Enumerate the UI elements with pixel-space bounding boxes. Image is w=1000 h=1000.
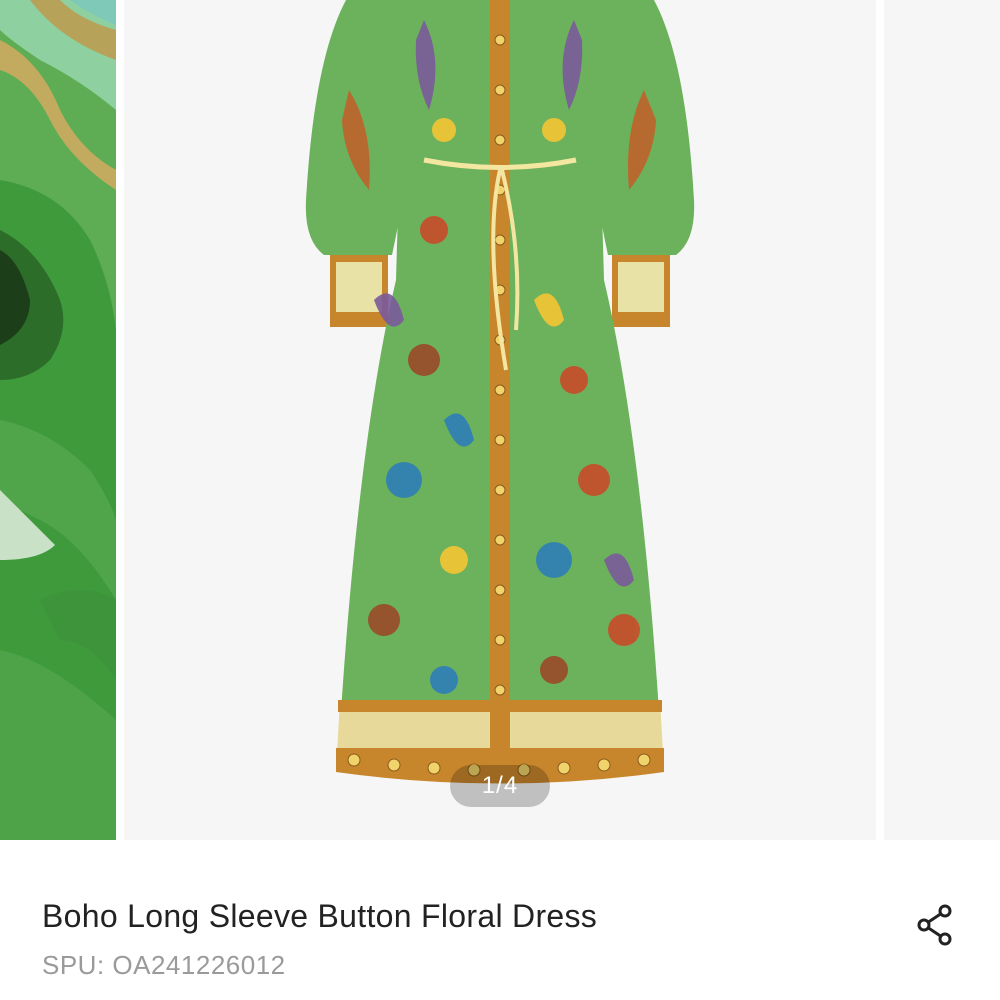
product-title: Boho Long Sleeve Button Floral Dress bbox=[42, 898, 598, 934]
product-detail-page: 1/4 Boho Long Sleeve Button Floral Dress… bbox=[0, 0, 1000, 1000]
gallery-slide-current[interactable] bbox=[124, 0, 876, 840]
product-info-section: Boho Long Sleeve Button Floral Dress SPU… bbox=[0, 840, 1000, 1000]
gallery-page-indicator: 1/4 bbox=[450, 765, 550, 807]
fabric-closeup-image bbox=[0, 0, 116, 840]
share-button[interactable] bbox=[912, 902, 958, 948]
gallery-slide-previous[interactable] bbox=[0, 0, 116, 840]
image-gallery[interactable]: 1/4 bbox=[0, 0, 1000, 840]
share-icon bbox=[917, 904, 952, 946]
product-spu: SPU: OA241226012 bbox=[42, 950, 286, 980]
gallery-slide-next[interactable] bbox=[884, 0, 1000, 840]
dress-product-image bbox=[124, 0, 876, 840]
